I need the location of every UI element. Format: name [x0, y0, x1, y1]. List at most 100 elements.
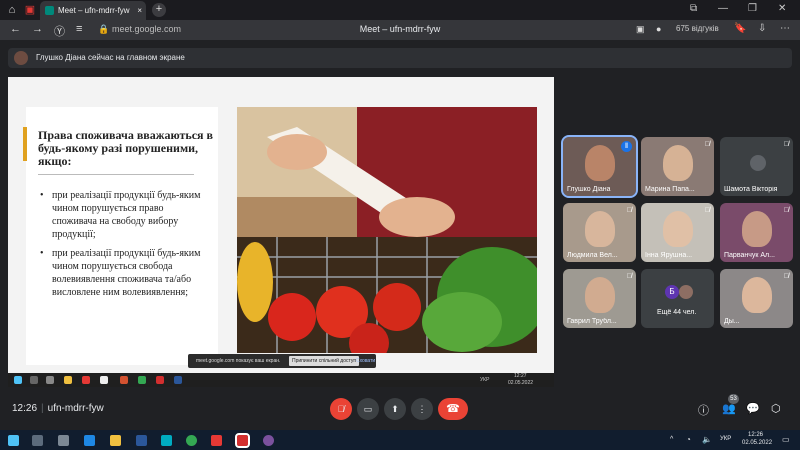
participant-tile[interactable]: 🎙̸ Людмила Вел...: [563, 203, 636, 262]
address-bar: ← → Ⓨ ≡ 🔒 meet.google.com Meet – ufn-mdr…: [0, 20, 800, 40]
downloads-icon[interactable]: ⇩: [758, 23, 766, 34]
lock-icon[interactable]: 🔒: [98, 24, 109, 35]
slide-bullets: при реалізації продукції будь-яким чином…: [40, 189, 210, 305]
task-view-icon[interactable]: [58, 435, 69, 446]
collections-icon[interactable]: ⧉: [690, 3, 697, 14]
shared-taskbar-lang: УКР: [480, 377, 490, 383]
maximize-icon[interactable]: ❐: [748, 3, 757, 14]
camera-toggle-button[interactable]: ▭: [357, 398, 379, 420]
search-icon: [30, 376, 38, 384]
participant-tile[interactable]: 🎙̸ Парванчук Ал...: [720, 203, 793, 262]
clock-time[interactable]: 12:26: [748, 432, 763, 438]
windows-start-icon[interactable]: [8, 435, 19, 446]
new-tab-button[interactable]: +: [152, 3, 166, 17]
participant-avatar: [679, 285, 693, 299]
pdf-icon[interactable]: [211, 435, 222, 446]
participant-name: Марина Папа...: [645, 186, 695, 193]
search-icon[interactable]: [32, 435, 43, 446]
mic-off-icon: 🎙̸: [626, 207, 632, 214]
start-icon: [14, 376, 22, 384]
participant-video: [742, 211, 772, 247]
file-explorer-icon[interactable]: [110, 435, 121, 446]
mic-off-icon: 🎙̸: [704, 141, 710, 148]
tab-title: Meet – ufn-mdrr-fyw: [58, 6, 130, 15]
participant-name: Людмила Вел...: [567, 252, 618, 259]
chat-icon[interactable]: 💬: [746, 402, 760, 415]
mic-permission-icon[interactable]: ●: [656, 24, 661, 34]
tab-close-icon[interactable]: ×: [137, 1, 142, 20]
browser-tab-meet[interactable]: Meet – ufn-mdrr-fyw ×: [40, 1, 146, 20]
participant-tile-more[interactable]: Б Ещё 44 чел.: [641, 269, 714, 328]
mic-off-icon: 🎙̸: [626, 273, 632, 280]
mic-toggle-button[interactable]: 🎙̸: [330, 398, 352, 420]
participant-video: [663, 211, 693, 247]
slide-title: Права споживача вважаються в будь-якому …: [38, 128, 214, 168]
participant-name: Гаврил Трубл...: [567, 318, 617, 325]
screen-share-notice: meet.google.com показує ваш екран. Припи…: [188, 354, 376, 368]
participant-tile[interactable]: 🎙̸ Шамота Вікторія: [720, 137, 793, 196]
chrome-icon[interactable]: [186, 435, 197, 446]
participant-video: [585, 145, 615, 181]
mic-off-icon: 🎙̸: [337, 404, 345, 414]
yandex-logo-icon[interactable]: Ⓨ: [54, 23, 65, 39]
meeting-details-icon[interactable]: ⓘ: [698, 402, 709, 418]
slide-accent-bar: [23, 127, 27, 161]
camera-permission-icon[interactable]: ▣: [636, 24, 645, 35]
participant-tile[interactable]: 🎙̸ Марина Папа...: [641, 137, 714, 196]
shared-taskbar-date: 02.05.2022: [508, 380, 534, 386]
yandex-icon: [156, 376, 164, 384]
participant-name: Інна Ярушна...: [645, 252, 693, 259]
clock-date[interactable]: 02.05.2022: [742, 440, 772, 446]
bookmark-icon[interactable]: 🔖: [734, 23, 746, 34]
store-icon[interactable]: [136, 435, 147, 446]
present-button[interactable]: ⬆: [384, 398, 406, 420]
participant-video: [663, 145, 693, 181]
windows-taskbar: ^ ◔ 🔈 УКР 12:26 02.05.2022 ▭: [0, 430, 800, 450]
camera-icon: ▭: [363, 404, 373, 414]
viber-icon[interactable]: [263, 435, 274, 446]
divider: |: [41, 403, 44, 414]
word-icon: [174, 376, 182, 384]
volume-icon[interactable]: 🔈: [702, 435, 712, 444]
tray-chevron-icon[interactable]: ^: [670, 436, 673, 443]
stop-sharing-button[interactable]: Припинити спільний доступ: [289, 356, 360, 366]
record-icon[interactable]: ▣: [22, 2, 38, 18]
opera-icon: [82, 376, 90, 384]
slide-divider: [38, 174, 194, 175]
participant-tile[interactable]: ⦀ Глушко Діана: [561, 135, 638, 198]
network-icon[interactable]: ◔: [686, 435, 691, 444]
photos-icon[interactable]: [161, 435, 172, 446]
back-icon[interactable]: ←: [10, 23, 21, 35]
activities-icon[interactable]: ⬡: [771, 402, 781, 415]
participants-count-badge: 53: [728, 394, 739, 404]
presenter-banner-text: Глушко Діана сейчас на главном экране: [36, 53, 185, 62]
keyboard-language[interactable]: УКР: [720, 436, 731, 442]
close-window-icon[interactable]: ✕: [778, 3, 786, 14]
reviews-badge[interactable]: 675 відгуків: [676, 24, 719, 33]
hide-notice-button[interactable]: Сховати: [356, 354, 375, 368]
presenter-banner: Глушко Діана сейчас на главном экране: [8, 48, 792, 68]
forward-icon[interactable]: →: [32, 23, 43, 35]
extensions-icon[interactable]: ⋯: [780, 23, 790, 34]
home-icon[interactable]: ⌂: [4, 2, 20, 18]
mic-off-icon: 🎙̸: [704, 207, 710, 214]
participant-tile[interactable]: 🎙̸ Гаврил Трубл...: [563, 269, 636, 328]
edge-icon[interactable]: [84, 435, 95, 446]
notepad-icon: [100, 376, 108, 384]
present-screen-icon: ⬆: [391, 404, 399, 414]
share-notice-text: meet.google.com показує ваш екран.: [196, 358, 281, 364]
participant-initial: Б: [665, 285, 679, 299]
participant-tile[interactable]: 🎙̸ Інна Ярушна...: [641, 203, 714, 262]
hangup-icon: ☎: [446, 403, 460, 415]
participant-tile[interactable]: 🎙̸ Ды...: [720, 269, 793, 328]
url-text[interactable]: meet.google.com: [112, 24, 181, 34]
meeting-time: 12:26: [12, 403, 38, 414]
more-options-button[interactable]: ⋮: [411, 398, 433, 420]
bookmarks-icon[interactable]: ≡: [76, 23, 82, 35]
leave-call-button[interactable]: ☎: [438, 398, 468, 420]
minimize-icon[interactable]: —: [718, 3, 728, 14]
notifications-icon[interactable]: ▭: [782, 435, 790, 444]
shared-screen: Права споживача вважаються в будь-якому …: [8, 77, 554, 387]
yandex-browser-icon[interactable]: [235, 433, 250, 448]
slide-bullet: при реалізації продукції будь-яким чином…: [40, 247, 210, 299]
